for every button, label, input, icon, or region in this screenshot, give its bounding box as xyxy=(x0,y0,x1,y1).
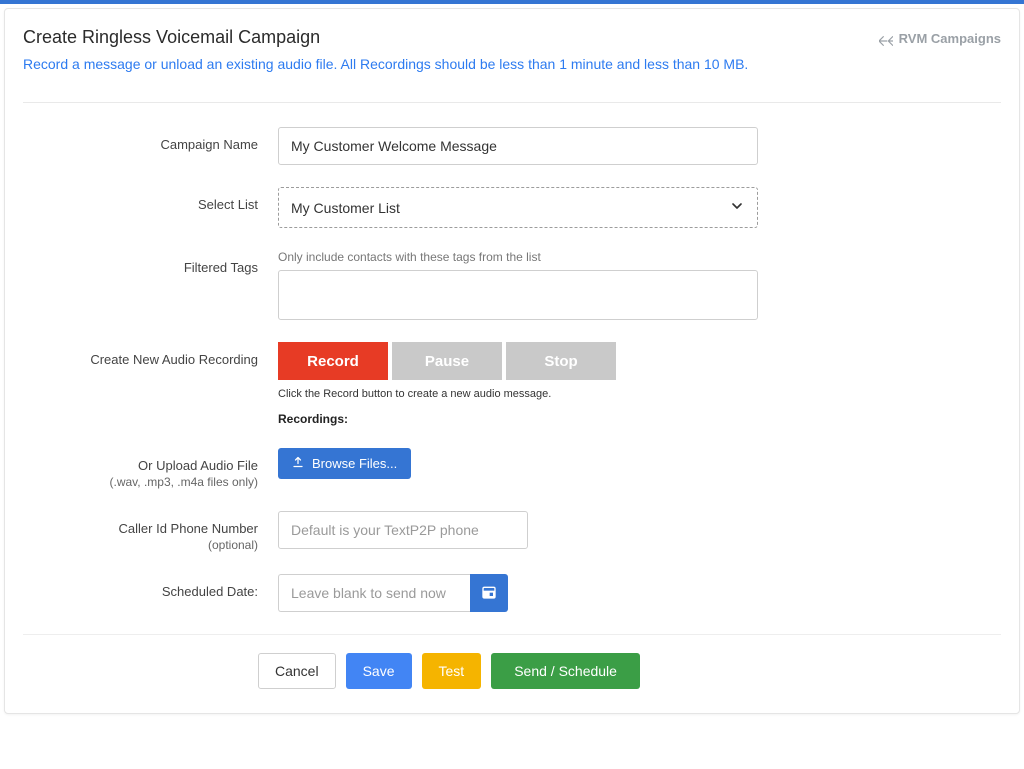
label-upload: Or Upload Audio File (.wav, .mp3, .m4a f… xyxy=(23,448,278,489)
caller-id-input[interactable] xyxy=(278,511,528,549)
label-filtered-tags: Filtered Tags xyxy=(23,250,278,275)
form-footer: Cancel Save Test Send / Schedule xyxy=(23,634,1001,689)
select-list-dropdown[interactable]: My Customer List xyxy=(278,187,758,228)
label-caller-id-main: Caller Id Phone Number xyxy=(119,521,258,536)
select-list-value: My Customer List xyxy=(291,200,400,216)
recording-button-group: Record Pause Stop xyxy=(278,342,758,380)
row-scheduled-date: Scheduled Date: xyxy=(23,574,1001,612)
send-schedule-button[interactable]: Send / Schedule xyxy=(491,653,640,689)
back-link[interactable]: RVM Campaigns xyxy=(879,31,1001,46)
row-upload: Or Upload Audio File (.wav, .mp3, .m4a f… xyxy=(23,448,1001,489)
row-filtered-tags: Filtered Tags Only include contacts with… xyxy=(23,250,1001,320)
calendar-button[interactable] xyxy=(470,574,508,612)
row-select-list: Select List My Customer List xyxy=(23,187,1001,228)
label-upload-sub: (.wav, .mp3, .m4a files only) xyxy=(23,475,258,489)
browse-files-button[interactable]: Browse Files... xyxy=(278,448,411,479)
label-upload-main: Or Upload Audio File xyxy=(138,458,258,473)
back-arrow-icon xyxy=(879,34,893,44)
save-button[interactable]: Save xyxy=(346,653,412,689)
top-accent-bar xyxy=(0,0,1024,4)
form-card: Create Ringless Voicemail Campaign Recor… xyxy=(4,8,1020,714)
row-recording: Create New Audio Recording Record Pause … xyxy=(23,342,1001,426)
filtered-tags-help: Only include contacts with these tags fr… xyxy=(278,250,758,264)
row-caller-id: Caller Id Phone Number (optional) xyxy=(23,511,1001,552)
stop-button[interactable]: Stop xyxy=(506,342,616,380)
label-select-list: Select List xyxy=(23,187,278,212)
chevron-down-icon xyxy=(729,198,745,217)
recording-hint: Click the Record button to create a new … xyxy=(278,388,758,400)
back-link-label: RVM Campaigns xyxy=(899,31,1001,46)
test-button[interactable]: Test xyxy=(422,653,482,689)
pause-button[interactable]: Pause xyxy=(392,342,502,380)
calendar-icon xyxy=(481,584,497,603)
subtitle-link[interactable]: Record a message or unload an existing a… xyxy=(23,56,748,72)
section-divider xyxy=(23,102,1001,103)
scheduled-date-input[interactable] xyxy=(278,574,470,612)
recordings-label: Recordings: xyxy=(278,412,758,426)
page-title: Create Ringless Voicemail Campaign xyxy=(23,27,748,48)
label-campaign-name: Campaign Name xyxy=(23,127,278,152)
upload-icon xyxy=(292,456,304,471)
filtered-tags-input[interactable] xyxy=(278,270,758,320)
campaign-form: Campaign Name Select List My Customer Li… xyxy=(23,127,1001,689)
label-caller-id-sub: (optional) xyxy=(23,538,258,552)
record-button[interactable]: Record xyxy=(278,342,388,380)
browse-files-label: Browse Files... xyxy=(312,456,397,471)
label-scheduled-date: Scheduled Date: xyxy=(23,574,278,599)
row-campaign-name: Campaign Name xyxy=(23,127,1001,165)
campaign-name-input[interactable] xyxy=(278,127,758,165)
label-caller-id: Caller Id Phone Number (optional) xyxy=(23,511,278,552)
date-input-group xyxy=(278,574,508,612)
header: Create Ringless Voicemail Campaign Recor… xyxy=(23,27,1001,74)
cancel-button[interactable]: Cancel xyxy=(258,653,336,689)
label-create-recording: Create New Audio Recording xyxy=(23,342,278,367)
